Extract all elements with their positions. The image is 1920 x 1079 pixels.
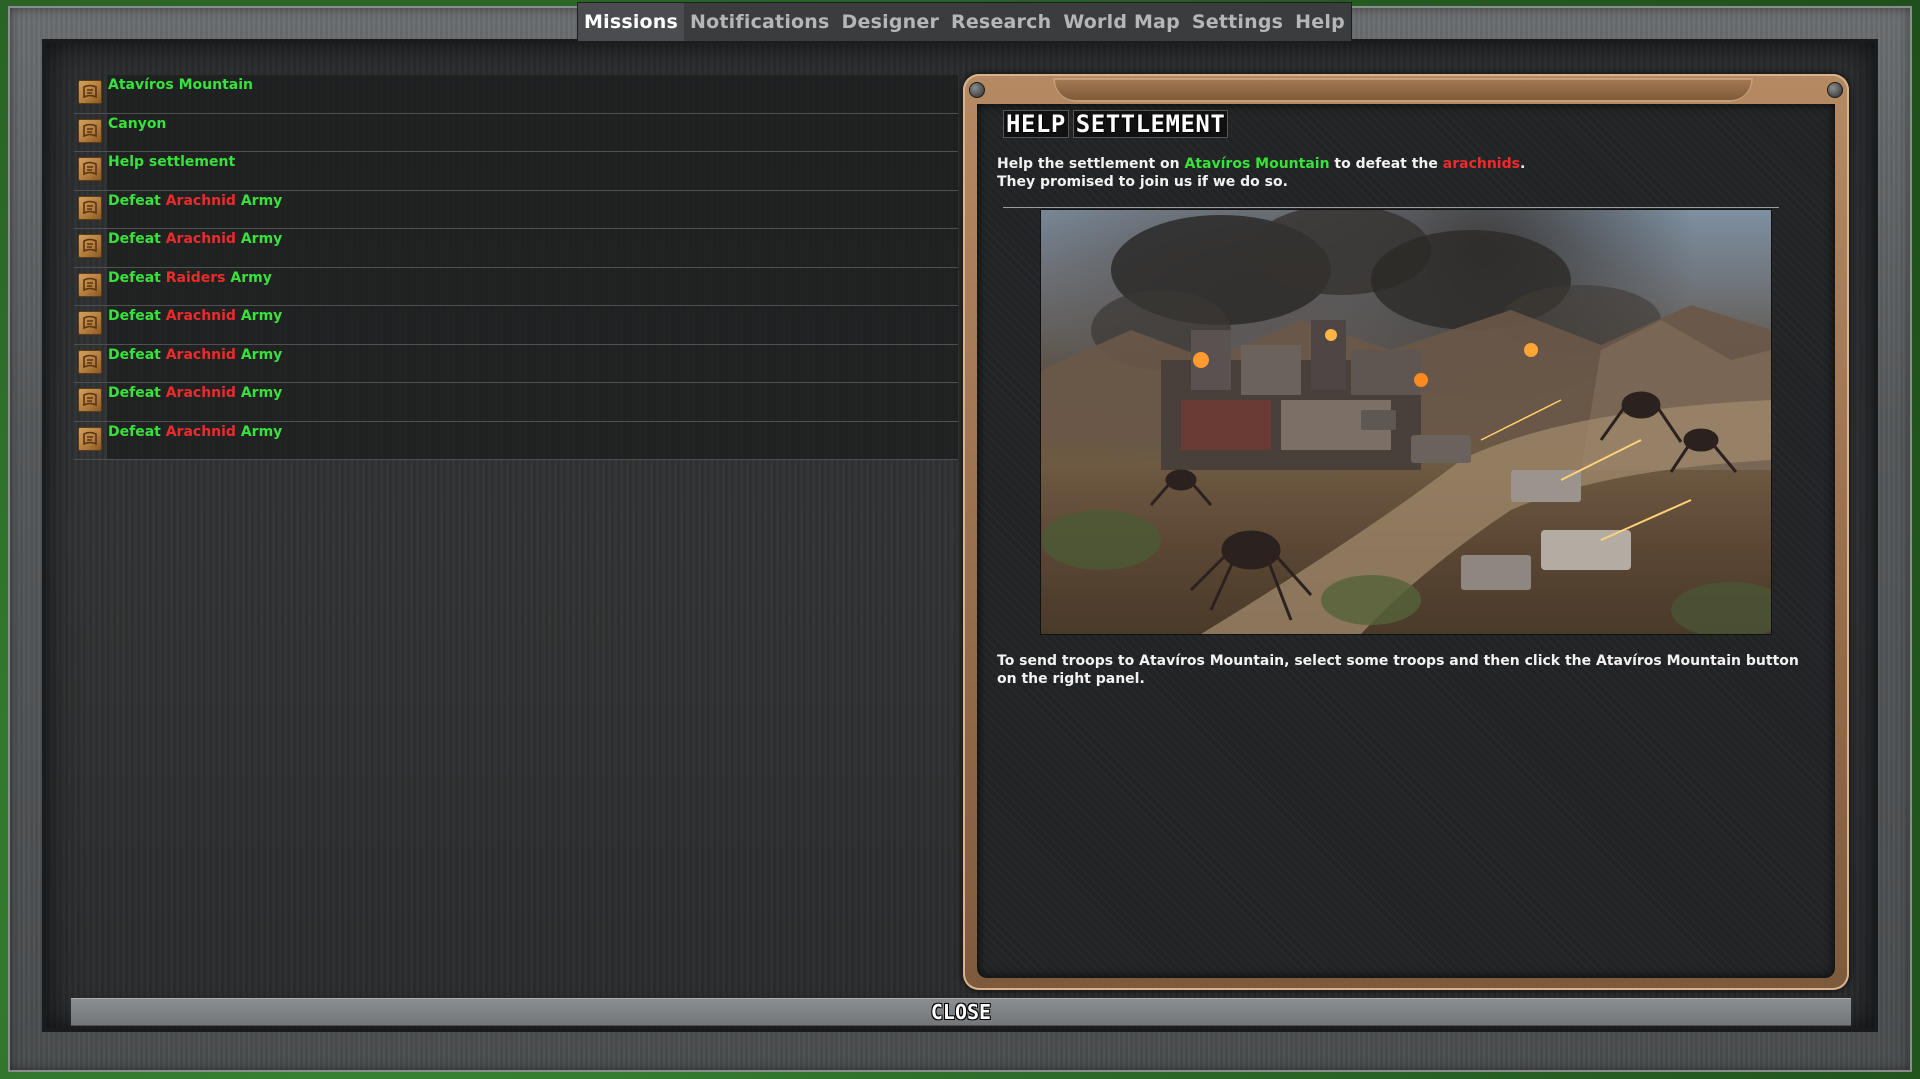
title-divider bbox=[1003, 207, 1779, 208]
scroll-icon bbox=[78, 349, 102, 374]
enemy-name: Arachnid bbox=[165, 192, 236, 209]
panel-top-plate bbox=[1053, 78, 1753, 102]
mission-row[interactable]: Defeat Arachnid Army bbox=[74, 421, 958, 460]
scroll-icon bbox=[78, 234, 102, 258]
scroll-icon bbox=[78, 80, 102, 104]
tab-bar: Missions Notifications Designer Research Wor… bbox=[578, 3, 1351, 41]
mission-description: Help the settlement on Atavíros Mountain… bbox=[997, 155, 1525, 173]
scroll-icon bbox=[78, 311, 102, 335]
mission-text: Army bbox=[235, 423, 283, 440]
tab-designer[interactable]: Designer bbox=[836, 3, 945, 41]
mission-text: Help settlement bbox=[108, 154, 236, 170]
mission-text: Army bbox=[225, 269, 272, 286]
tab-help[interactable]: Help bbox=[1289, 3, 1351, 41]
mission-label: Defeat Raiders Army bbox=[108, 269, 272, 287]
title-word: SETTLEMENT bbox=[1072, 110, 1229, 138]
scroll-icon bbox=[78, 388, 102, 412]
mission-row[interactable]: Atavíros Mountain bbox=[74, 75, 958, 114]
mission-text: Canyon bbox=[108, 115, 167, 132]
mission-text: Defeat bbox=[108, 423, 166, 440]
mission-instructions: To send troops to Atavíros Mountain, sel… bbox=[997, 653, 1799, 687]
mission-label: Defeat Arachnid Army bbox=[108, 230, 282, 248]
mission-row[interactable]: Help settlement bbox=[74, 152, 958, 191]
scroll-icon bbox=[78, 426, 102, 451]
mission-label: Defeat Arachnid Army bbox=[108, 346, 282, 364]
mission-row[interactable]: Defeat Arachnid Army bbox=[74, 229, 958, 268]
mission-text: Army bbox=[235, 385, 283, 401]
mission-row[interactable]: Defeat Arachnid Army bbox=[74, 344, 958, 383]
mission-text: Army bbox=[235, 308, 283, 324]
mission-text: Defeat bbox=[108, 192, 166, 209]
mission-label: Defeat Arachnid Army bbox=[108, 307, 282, 325]
close-button[interactable]: CLOSE bbox=[71, 998, 1851, 1026]
mission-row[interactable]: Defeat Arachnid Army bbox=[74, 190, 958, 229]
enemy-name: Arachnid bbox=[165, 346, 236, 363]
mission-text: Army bbox=[235, 231, 283, 247]
mission-text: Army bbox=[235, 346, 283, 363]
rivet-icon bbox=[1827, 82, 1843, 98]
enemy-name: Arachnid bbox=[165, 231, 236, 247]
scroll-icon bbox=[78, 272, 102, 297]
mission-row[interactable]: Canyon bbox=[74, 113, 958, 152]
description-text: Help the settlement on bbox=[997, 156, 1185, 172]
description-text: . bbox=[1519, 156, 1526, 172]
enemy-name: Arachnid bbox=[165, 308, 236, 324]
enemy-name: Arachnid bbox=[165, 385, 236, 401]
close-button-label: CLOSE bbox=[930, 1000, 992, 1024]
mission-text: Army bbox=[235, 192, 283, 209]
tab-notifications[interactable]: Notifications bbox=[684, 3, 836, 41]
tab-world-map[interactable]: World Map bbox=[1057, 3, 1186, 41]
tab-settings[interactable]: Settings bbox=[1186, 3, 1289, 41]
title-word: HELP bbox=[1003, 110, 1069, 138]
scroll-icon bbox=[78, 118, 102, 143]
location-name: Atavíros Mountain bbox=[1184, 156, 1330, 172]
enemy-name: Raiders bbox=[165, 269, 226, 286]
battle-scene-image bbox=[1041, 210, 1771, 634]
mission-label: Defeat Arachnid Army bbox=[108, 423, 282, 441]
mission-text: Defeat bbox=[108, 231, 166, 247]
rivet-icon bbox=[969, 82, 985, 98]
mission-label: Defeat Arachnid Army bbox=[108, 384, 282, 402]
mission-text: Atavíros Mountain bbox=[108, 77, 254, 93]
mission-text: Defeat bbox=[108, 269, 166, 286]
mission-text: Defeat bbox=[108, 346, 166, 363]
scroll-icon bbox=[78, 195, 102, 220]
tab-research[interactable]: Research bbox=[945, 3, 1057, 41]
game-screen: Missions Notifications Designer Research Wor… bbox=[0, 0, 1920, 1079]
mission-label: Atavíros Mountain bbox=[108, 76, 253, 94]
enemy-name: arachnids bbox=[1442, 156, 1520, 172]
mission-row[interactable]: Defeat Arachnid Army bbox=[74, 383, 958, 422]
mission-row[interactable]: Defeat Arachnid Army bbox=[74, 306, 958, 345]
mission-text: Defeat bbox=[108, 308, 166, 324]
mission-label: Defeat Arachnid Army bbox=[108, 192, 282, 210]
enemy-name: Arachnid bbox=[165, 423, 236, 440]
mission-label: Canyon bbox=[108, 115, 166, 133]
mission-description-line2: They promised to join us if we do so. bbox=[997, 174, 1288, 190]
description-text: to defeat the bbox=[1329, 156, 1443, 172]
mission-label: Help settlement bbox=[108, 153, 235, 171]
scroll-icon bbox=[78, 157, 102, 181]
mission-row-background bbox=[107, 113, 958, 151]
mission-text: Defeat bbox=[108, 385, 166, 401]
mission-row[interactable]: Defeat Raiders Army bbox=[74, 267, 958, 306]
mission-title: HELP SETTLEMENT bbox=[1003, 110, 1232, 138]
mission-list: Atavíros Mountain Canyon Help settlement De… bbox=[74, 75, 958, 460]
tab-missions[interactable]: Missions bbox=[578, 3, 685, 41]
